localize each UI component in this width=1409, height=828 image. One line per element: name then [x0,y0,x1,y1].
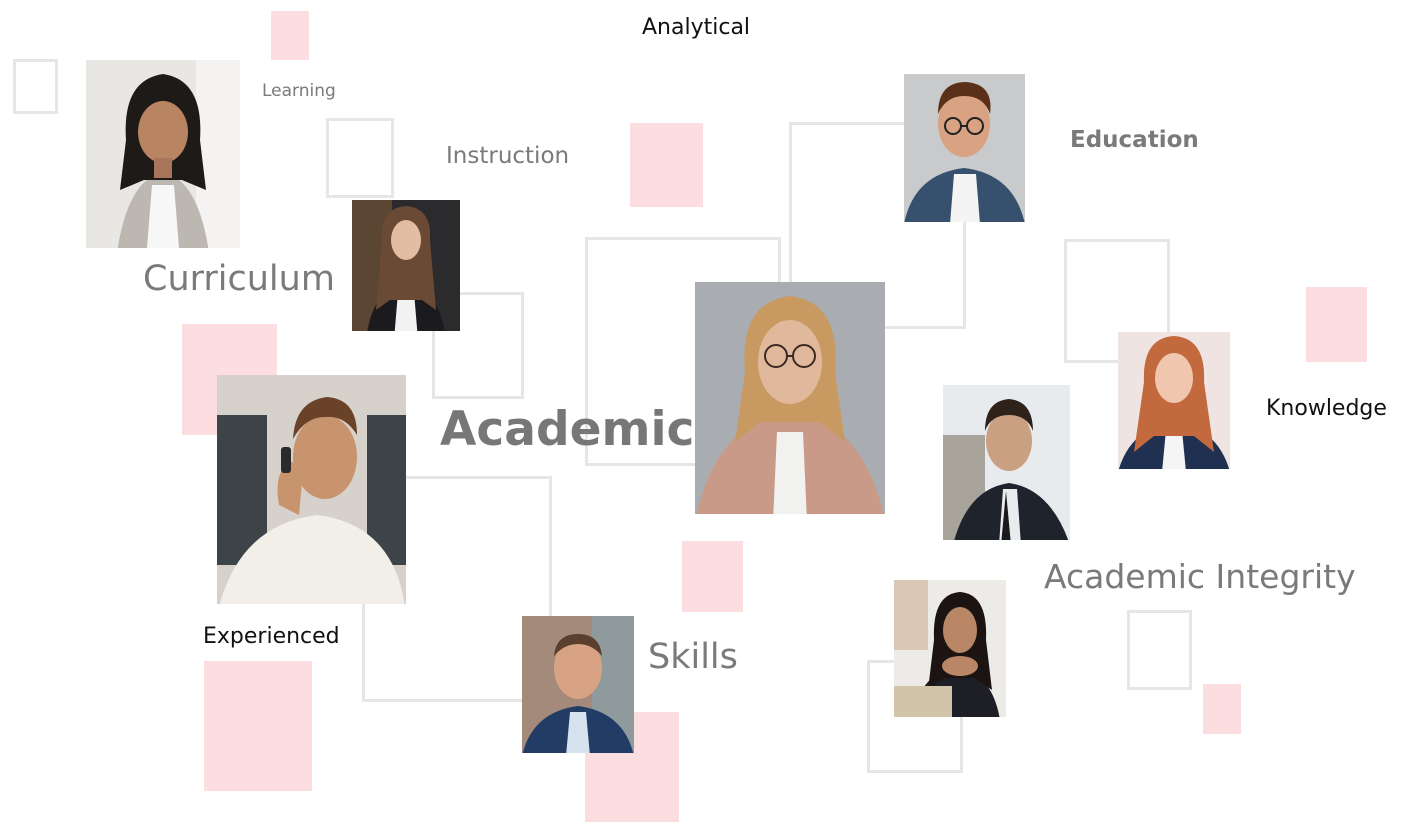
portrait-woman-laptop [894,580,1006,717]
portrait-woman-red-hair [1118,332,1230,469]
word-curriculum: Curriculum [143,259,335,299]
word-learning: Learning [262,81,336,101]
frame-square [1127,610,1192,690]
pink-square [271,11,309,60]
word-skills: Skills [648,637,738,677]
portrait-woman-plaid-blazer [86,60,240,248]
portrait-man-bald-smiling [522,616,634,753]
collage-canvas: Analytical Learning Instruction Educatio… [0,0,1409,828]
word-academic: Academic [440,402,695,457]
portrait-woman-blonde-glasses [695,282,885,514]
pink-square [682,541,743,612]
pink-square [1203,684,1241,734]
word-analytical: Analytical [642,15,751,40]
word-academic-integrity: Academic Integrity [1044,557,1356,596]
frame-square [326,118,394,198]
word-experienced: Experienced [203,624,340,649]
portrait-man-glasses [904,74,1025,222]
frame-square [13,59,58,114]
pink-square [1306,287,1367,362]
portrait-man-suit [943,385,1070,540]
pink-square [204,661,312,791]
word-education: Education [1070,127,1199,153]
word-knowledge: Knowledge [1266,396,1387,421]
word-instruction: Instruction [446,143,570,169]
pink-square [630,123,703,207]
portrait-woman-long-hair [352,200,460,331]
portrait-man-phone [217,375,406,604]
